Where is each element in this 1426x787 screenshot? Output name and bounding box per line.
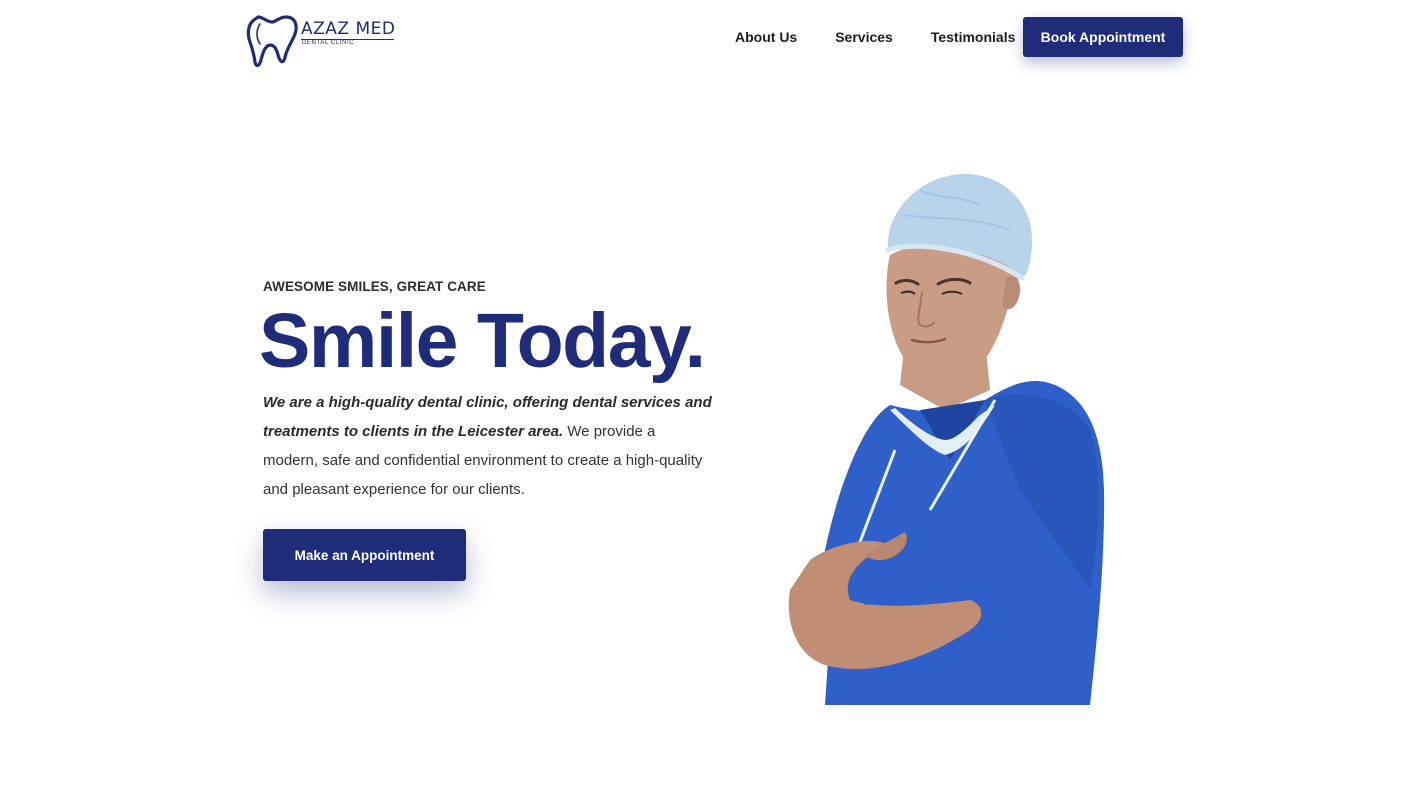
nav-testimonials[interactable]: Testimonials (912, 17, 1035, 57)
nav-services[interactable]: Services (816, 17, 912, 57)
site-header: AZAZ MED DENTAL CLINIC About Us Services… (0, 0, 1426, 74)
dentist-image (788, 173, 1105, 705)
make-appointment-button[interactable]: Make an Appointment (263, 529, 466, 581)
nav-about-us[interactable]: About Us (716, 17, 816, 57)
logo-name: AZAZ MED (301, 19, 396, 39)
logo-subtitle: DENTAL CLINIC (302, 40, 355, 46)
brand-logo[interactable]: AZAZ MED DENTAL CLINIC (246, 14, 400, 68)
tooth-logo-icon (246, 15, 298, 68)
book-appointment-button[interactable]: Book Appointment (1023, 17, 1183, 57)
main-nav: About Us Services Testimonials (716, 17, 1034, 57)
hero-title: Smile Today. (259, 298, 706, 384)
hero-eyebrow: AWESOME SMILES, GREAT CARE (263, 279, 486, 294)
hero-description: We are a high-quality dental clinic, off… (263, 388, 713, 504)
